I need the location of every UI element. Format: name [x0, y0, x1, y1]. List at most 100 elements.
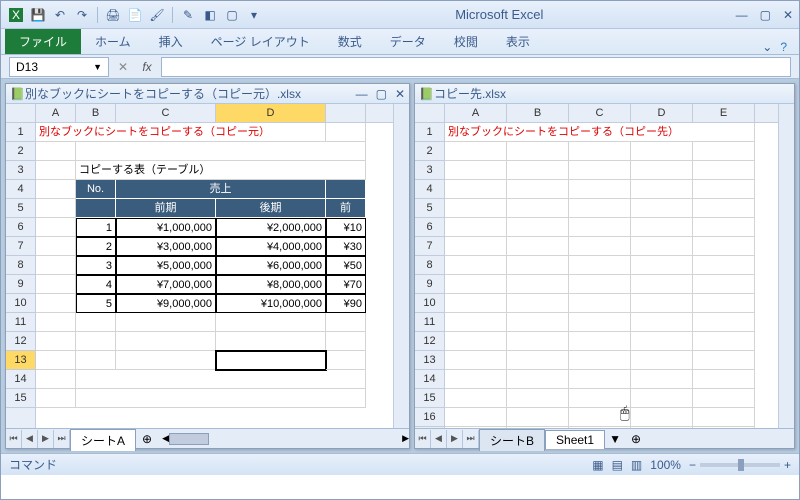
name-box-dropdown-icon[interactable]: ▼	[93, 62, 102, 72]
table-row: 1¥1,000,000¥2,000,000¥10	[36, 218, 393, 237]
row-11[interactable]: 11	[6, 313, 35, 332]
table-row: 5¥9,000,000¥10,000,000¥90	[36, 294, 393, 313]
column-headers: A B C D	[36, 104, 393, 123]
tab-data[interactable]: データ	[376, 29, 440, 54]
paint-icon[interactable]: 🖌	[148, 6, 166, 24]
col-e[interactable]	[326, 104, 366, 122]
undo-icon[interactable]: ↶	[51, 6, 69, 24]
workbook-titlebar: 📗 コピー先.xlsx	[415, 84, 794, 104]
insert-marker-icon: ▼	[605, 432, 625, 446]
workspace: 📗 別なブックにシートをコピーする（コピー元）.xlsx — ▢ ✕ A B C…	[1, 79, 799, 453]
brush-icon[interactable]: ✎	[179, 6, 197, 24]
view-pagebreak-icon[interactable]: ▥	[631, 458, 642, 472]
workbook-title: コピー先.xlsx	[434, 85, 790, 102]
ribbon-minimize-icon[interactable]: ⌄	[762, 40, 772, 54]
print-icon[interactable]: 🖨	[104, 6, 122, 24]
last-sheet-icon[interactable]: ⏭	[54, 430, 70, 448]
sheet-tab-a[interactable]: シートA	[70, 429, 136, 451]
row-5[interactable]: 5	[6, 199, 35, 218]
new-sheet-icon[interactable]: ⊕	[136, 432, 158, 446]
tab-home[interactable]: ホーム	[81, 29, 145, 54]
row-10[interactable]: 10	[6, 294, 35, 313]
new-sheet-icon[interactable]: ⊕	[625, 432, 647, 446]
sheet-tab-b[interactable]: シートB	[479, 429, 545, 451]
tab-formulas[interactable]: 数式	[324, 29, 376, 54]
row-9[interactable]: 9	[6, 275, 35, 294]
row-13[interactable]: 13	[6, 351, 35, 370]
vertical-scrollbar[interactable]	[393, 104, 409, 428]
workbook-source: 📗 別なブックにシートをコピーする（コピー元）.xlsx — ▢ ✕ A B C…	[5, 83, 410, 449]
col-a[interactable]: A	[36, 104, 76, 122]
table-row: 3¥5,000,000¥6,000,000¥50	[36, 256, 393, 275]
row-3[interactable]: 3	[6, 161, 35, 180]
preview-icon[interactable]: 📄	[126, 6, 144, 24]
last-sheet-icon[interactable]: ⏭	[463, 430, 479, 448]
file-tab[interactable]: ファイル	[5, 29, 81, 54]
select-all-corner[interactable]	[6, 104, 36, 123]
next-sheet-icon[interactable]: ▶	[447, 430, 463, 448]
col-c[interactable]: C	[116, 104, 216, 122]
wb-minimize-icon[interactable]: —	[356, 87, 368, 101]
tab-review[interactable]: 校閲	[440, 29, 492, 54]
prev-sheet-icon[interactable]: ◀	[431, 430, 447, 448]
qat-more-icon[interactable]: ▾	[245, 6, 263, 24]
close-icon[interactable]: ✕	[783, 8, 793, 22]
fx-icon[interactable]: fx	[137, 60, 157, 74]
maximize-icon[interactable]: ▢	[760, 8, 771, 22]
view-normal-icon[interactable]: ▦	[592, 458, 603, 472]
row-6[interactable]: 6	[6, 218, 35, 237]
first-sheet-icon[interactable]: ⏮	[415, 430, 431, 448]
row-1[interactable]: 1	[6, 123, 35, 142]
cell-a1[interactable]: 別なブックにシートをコピーする（コピー先）	[445, 123, 755, 142]
col-b[interactable]: B	[76, 104, 116, 122]
next-sheet-icon[interactable]: ▶	[38, 430, 54, 448]
redo-icon[interactable]: ↷	[73, 6, 91, 24]
row-15[interactable]: 15	[6, 389, 35, 408]
sheet-tab-sheet1[interactable]: Sheet1	[545, 430, 605, 449]
cancel-fx-icon[interactable]: ✕	[113, 60, 133, 74]
row-4[interactable]: 4	[6, 180, 35, 199]
help-icon[interactable]: ?	[780, 40, 787, 54]
minimize-icon[interactable]: —	[736, 8, 748, 22]
tab-insert[interactable]: 挿入	[145, 29, 197, 54]
cell-grid[interactable]: 別なブックにシートをコピーする（コピー元） コピーする表（テーブル） No. 売…	[36, 123, 393, 428]
status-label: コマンド	[9, 456, 57, 473]
workbook-icon: 📗	[419, 87, 434, 101]
formula-input[interactable]	[161, 57, 791, 77]
titlebar: X 💾 ↶ ↷ 🖨 📄 🖌 ✎ ◧ ▢ ▾ Microsoft Excel — …	[1, 1, 799, 29]
horizontal-scrollbar[interactable]: ◀▶	[162, 431, 409, 447]
name-box[interactable]: D13 ▼	[9, 57, 109, 77]
excel-icon: X	[7, 6, 25, 24]
table-row: 4¥7,000,000¥8,000,000¥70	[36, 275, 393, 294]
select-all-corner[interactable]	[415, 104, 445, 123]
tab-pagelayout[interactable]: ページ レイアウト	[197, 29, 324, 54]
col-d[interactable]: D	[216, 104, 326, 122]
cell-a1[interactable]: 別なブックにシートをコピーする（コピー元）	[36, 123, 326, 142]
zoom-in-icon[interactable]: +	[784, 458, 791, 472]
wb-close-icon[interactable]: ✕	[395, 87, 405, 101]
eraser-icon[interactable]: ◧	[201, 6, 219, 24]
first-sheet-icon[interactable]: ⏮	[6, 430, 22, 448]
zoom-value[interactable]: 100%	[650, 458, 681, 472]
zoom-slider[interactable]: − +	[689, 458, 791, 472]
save-icon[interactable]: 💾	[29, 6, 47, 24]
workbook-icon: 📗	[10, 87, 25, 101]
prev-sheet-icon[interactable]: ◀	[22, 430, 38, 448]
quick-access-toolbar: X 💾 ↶ ↷ 🖨 📄 🖌 ✎ ◧ ▢ ▾	[7, 6, 263, 24]
vertical-scrollbar[interactable]	[778, 104, 794, 428]
sheet-tabs-right: ⏮ ◀ ▶ ⏭ シートB Sheet1 ▼ ⊕	[415, 428, 794, 448]
cell-b3[interactable]: コピーする表（テーブル）	[76, 161, 366, 180]
view-pagelayout-icon[interactable]: ▤	[612, 458, 623, 472]
cell-grid[interactable]: 別なブックにシートをコピーする（コピー先）	[445, 123, 778, 428]
wb-maximize-icon[interactable]: ▢	[376, 87, 387, 101]
sheet-tabs-left: ⏮ ◀ ▶ ⏭ シートA ⊕ ◀▶	[6, 428, 409, 448]
selected-cell-d13[interactable]	[216, 351, 326, 370]
row-8[interactable]: 8	[6, 256, 35, 275]
row-2[interactable]: 2	[6, 142, 35, 161]
toggle-icon[interactable]: ▢	[223, 6, 241, 24]
row-7[interactable]: 7	[6, 237, 35, 256]
row-14[interactable]: 14	[6, 370, 35, 389]
zoom-out-icon[interactable]: −	[689, 458, 696, 472]
row-12[interactable]: 12	[6, 332, 35, 351]
tab-view[interactable]: 表示	[492, 29, 544, 54]
